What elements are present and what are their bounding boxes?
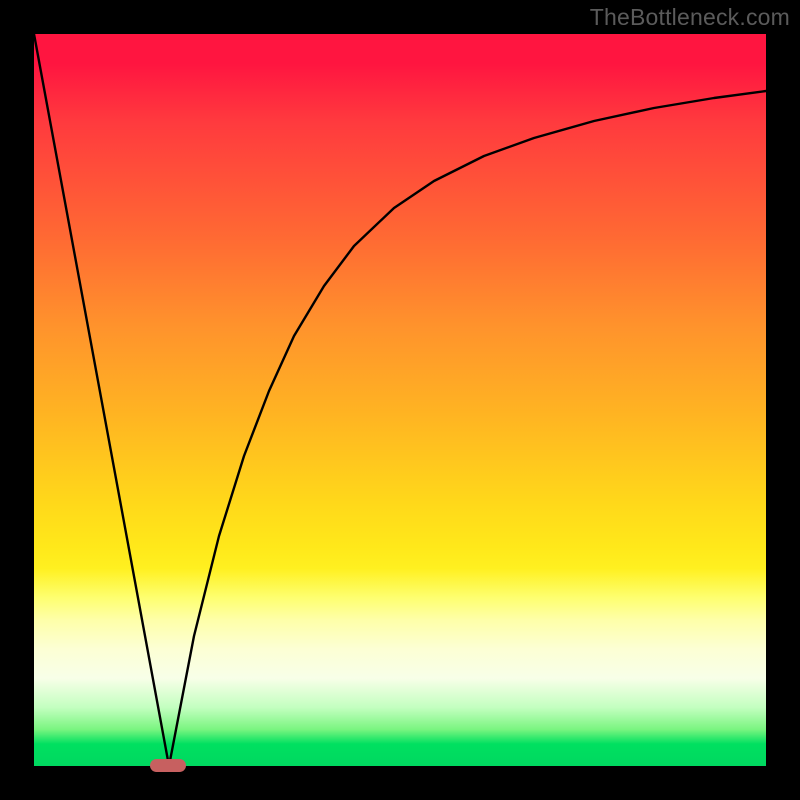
bottleneck-curve <box>34 34 766 766</box>
bottleneck-marker <box>150 759 186 772</box>
plot-area <box>34 34 766 766</box>
watermark-text: TheBottleneck.com <box>590 4 790 31</box>
chart-frame: TheBottleneck.com <box>0 0 800 800</box>
curve-path <box>34 34 766 766</box>
